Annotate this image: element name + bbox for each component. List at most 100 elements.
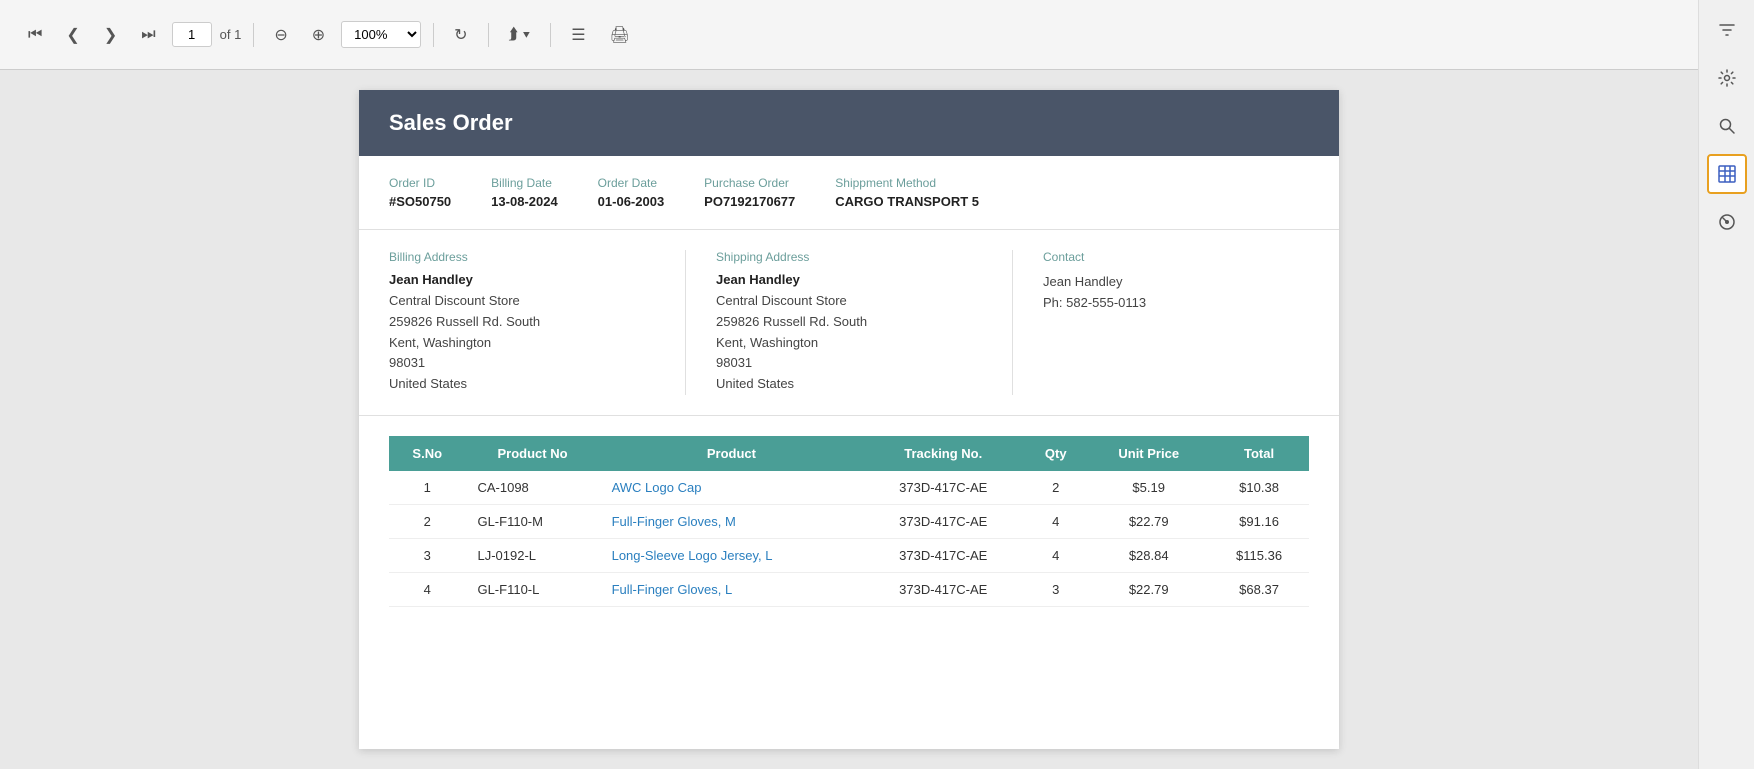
billing-city-state: Kent, Washington — [389, 333, 655, 354]
page-number-input[interactable]: 1 — [172, 22, 212, 47]
cell-tracking: 373D-417C-AE — [863, 538, 1023, 572]
billing-name: Jean Handley — [389, 272, 655, 287]
cell-tracking: 373D-417C-AE — [863, 471, 1023, 505]
separator-1 — [253, 23, 254, 47]
shipping-city-state: Kent, Washington — [716, 333, 982, 354]
shipment-method-field: Shippment Method CARGO TRANSPORT 5 — [835, 176, 979, 209]
contact-name: Jean Handley — [1043, 272, 1309, 293]
table-row: 1 CA-1098 AWC Logo Cap 373D-417C-AE 2 $5… — [389, 471, 1309, 505]
toolbar: ⏮ ❮ ❯ ⏭ 1 of 1 ⊖ ⊕ 100% 50% 75% 125% 150… — [0, 0, 1698, 70]
purchase-order-field: Purchase Order PO7192170677 — [704, 176, 795, 209]
cell-product: Full-Finger Gloves, M — [600, 504, 864, 538]
shipping-name: Jean Handley — [716, 272, 982, 287]
cell-product-no: LJ-0192-L — [465, 538, 599, 572]
order-id-label: Order ID — [389, 176, 451, 190]
search-icon-button[interactable] — [1707, 106, 1747, 146]
contact-label: Contact — [1043, 250, 1309, 264]
shipping-zip: 98031 — [716, 353, 982, 374]
export-button[interactable]: ⮭ ▾ — [501, 22, 539, 48]
shipping-company: Central Discount Store — [716, 291, 982, 312]
separator-2 — [433, 23, 434, 47]
table-row: 4 GL-F110-L Full-Finger Gloves, L 373D-4… — [389, 572, 1309, 606]
cell-total: $68.37 — [1209, 572, 1309, 606]
refresh-button[interactable]: ↻ — [446, 21, 475, 49]
col-tracking: Tracking No. — [863, 436, 1023, 471]
dashboard-icon-button[interactable] — [1707, 202, 1747, 242]
table-icon-button[interactable] — [1707, 154, 1747, 194]
billing-company: Central Discount Store — [389, 291, 655, 312]
cell-product: Full-Finger Gloves, L — [600, 572, 864, 606]
col-sno: S.No — [389, 436, 465, 471]
cell-unit-price: $22.79 — [1088, 504, 1209, 538]
billing-country: United States — [389, 374, 655, 395]
billing-zip: 98031 — [389, 353, 655, 374]
cell-product: AWC Logo Cap — [600, 471, 864, 505]
shipping-address-col: Shipping Address Jean Handley Central Di… — [716, 250, 1013, 395]
print-button[interactable]: 🖨 — [602, 21, 638, 49]
cell-sno: 4 — [389, 572, 465, 606]
first-page-button[interactable]: ⏮ — [20, 22, 50, 48]
purchase-order-value: PO7192170677 — [704, 194, 795, 209]
cell-qty: 2 — [1023, 471, 1088, 505]
zoom-out-button[interactable]: ⊖ — [266, 21, 295, 49]
contact-phone: Ph: 582-555-0113 — [1043, 293, 1309, 314]
shipping-address-label: Shipping Address — [716, 250, 982, 264]
document-title: Sales Order — [389, 110, 1309, 136]
col-product-no: Product No — [465, 436, 599, 471]
col-product: Product — [600, 436, 864, 471]
document: Sales Order Order ID #SO50750 Billing Da… — [359, 90, 1339, 749]
separator-4 — [550, 23, 551, 47]
shipping-street: 259826 Russell Rd. South — [716, 312, 982, 333]
billing-address-label: Billing Address — [389, 250, 655, 264]
address-section: Billing Address Jean Handley Central Dis… — [359, 230, 1339, 416]
order-id-field: Order ID #SO50750 — [389, 176, 451, 209]
cell-product: Long-Sleeve Logo Jersey, L — [600, 538, 864, 572]
cell-qty: 4 — [1023, 504, 1088, 538]
last-page-button[interactable]: ⏭ — [133, 22, 163, 48]
document-header: Sales Order — [359, 90, 1339, 156]
table-header-row: S.No Product No Product Tracking No. Qty… — [389, 436, 1309, 471]
cell-unit-price: $22.79 — [1088, 572, 1209, 606]
billing-street: 259826 Russell Rd. South — [389, 312, 655, 333]
table-row: 3 LJ-0192-L Long-Sleeve Logo Jersey, L 3… — [389, 538, 1309, 572]
next-page-button[interactable]: ❯ — [96, 21, 125, 49]
zoom-select[interactable]: 100% 50% 75% 125% 150% 200% — [341, 21, 421, 48]
contact-col: Contact Jean Handley Ph: 582-555-0113 — [1043, 250, 1309, 395]
cell-sno: 1 — [389, 471, 465, 505]
cell-product-no: GL-F110-L — [465, 572, 599, 606]
shipment-method-value: CARGO TRANSPORT 5 — [835, 194, 979, 209]
cell-tracking: 373D-417C-AE — [863, 504, 1023, 538]
col-total: Total — [1209, 436, 1309, 471]
billing-date-label: Billing Date — [491, 176, 558, 190]
col-unit-price: Unit Price — [1088, 436, 1209, 471]
col-qty: Qty — [1023, 436, 1088, 471]
filter-icon-button[interactable] — [1707, 10, 1747, 50]
order-date-label: Order Date — [598, 176, 665, 190]
cell-qty: 3 — [1023, 572, 1088, 606]
cell-tracking: 373D-417C-AE — [863, 572, 1023, 606]
billing-date-value: 13-08-2024 — [491, 194, 558, 209]
cell-total: $115.36 — [1209, 538, 1309, 572]
cell-product-no: GL-F110-M — [465, 504, 599, 538]
document-area: Sales Order Order ID #SO50750 Billing Da… — [0, 70, 1698, 769]
table-row: 2 GL-F110-M Full-Finger Gloves, M 373D-4… — [389, 504, 1309, 538]
cell-total: $91.16 — [1209, 504, 1309, 538]
zoom-in-button[interactable]: ⊕ — [304, 21, 333, 49]
view-button[interactable]: ☰ — [563, 21, 593, 49]
billing-date-field: Billing Date 13-08-2024 — [491, 176, 558, 209]
prev-page-button[interactable]: ❮ — [58, 21, 87, 49]
order-meta: Order ID #SO50750 Billing Date 13-08-202… — [359, 156, 1339, 230]
purchase-order-label: Purchase Order — [704, 176, 795, 190]
order-id-value: #SO50750 — [389, 194, 451, 209]
cell-unit-price: $28.84 — [1088, 538, 1209, 572]
separator-3 — [488, 23, 489, 47]
gear-icon-button[interactable] — [1707, 58, 1747, 98]
cell-sno: 2 — [389, 504, 465, 538]
cell-product-no: CA-1098 — [465, 471, 599, 505]
cell-unit-price: $5.19 — [1088, 471, 1209, 505]
billing-address-col: Billing Address Jean Handley Central Dis… — [389, 250, 686, 395]
page-of-label: of 1 — [220, 27, 242, 42]
shipment-method-label: Shippment Method — [835, 176, 979, 190]
order-table: S.No Product No Product Tracking No. Qty… — [389, 436, 1309, 607]
cell-qty: 4 — [1023, 538, 1088, 572]
